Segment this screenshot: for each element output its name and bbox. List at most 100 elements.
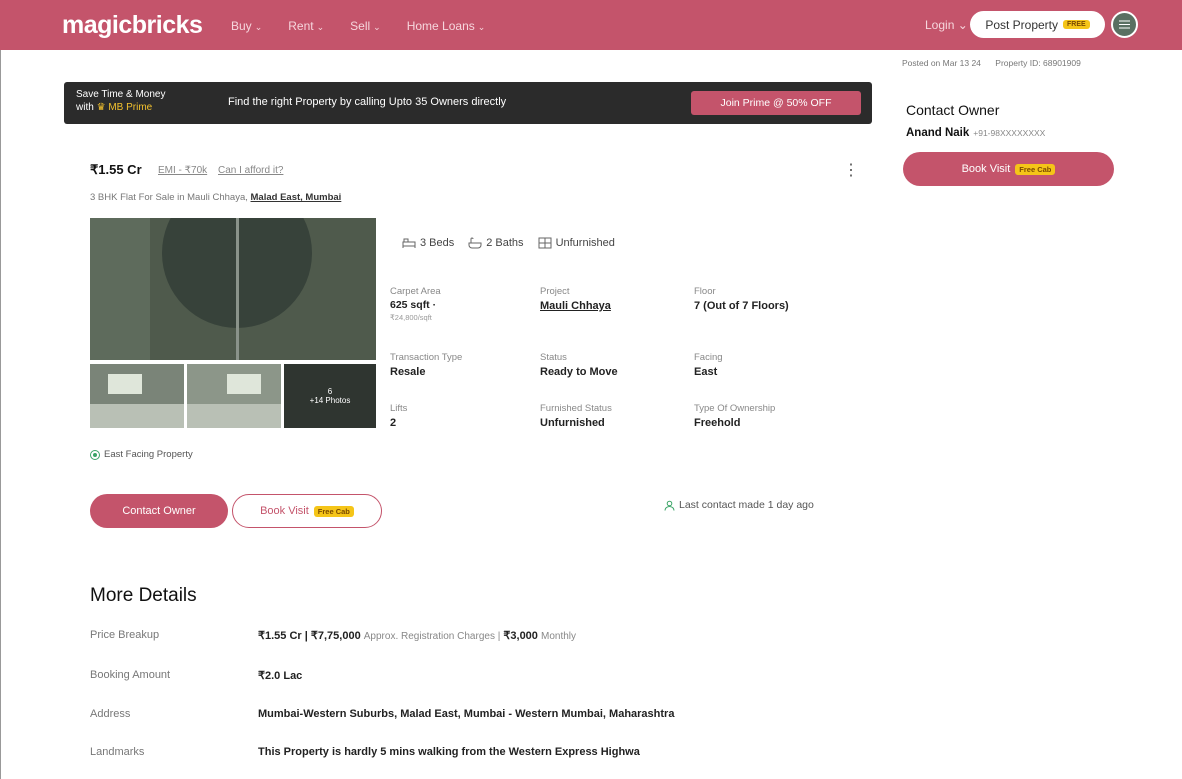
beds-label: 3 Beds [420,237,455,249]
nav-rent[interactable]: Rent ⌄ [288,19,324,33]
landmarks-row: Landmarks This Property is hardly 5 mins… [90,746,640,758]
free-badge: FREE [1063,20,1090,29]
detail-transaction: Transaction Type Resale [390,352,462,378]
furnished-status-value: Unfurnished [540,417,605,429]
bath-icon [468,237,482,249]
login-label: Login [925,18,955,32]
price-breakup-amount: ₹1.55 Cr | ₹7,75,000 [258,630,361,642]
property-id: Property ID: 68901909 [995,58,1081,68]
contact-owner-title: Contact Owner [906,102,1000,118]
landmarks-value: This Property is hardly 5 mins walking f… [258,746,640,758]
prime-tagline-line1: Save Time & Money [76,89,166,100]
login-menu[interactable]: Login ⌄ [925,18,968,32]
furnished-status-label: Furnished Status [540,403,612,414]
mb-prime-banner: Save Time & Money with ♛ MB Prime Find t… [64,82,872,124]
project-link[interactable]: Mauli Chhaya [540,300,611,312]
photos-count: +14 Photos [309,396,351,405]
page-left-edge [0,50,1,779]
last-contact-info: Last contact made 1 day ago [664,499,814,511]
lifts-value: 2 [390,417,397,429]
carpet-area-label: Carpet Area [390,286,441,297]
more-options-icon[interactable]: ⋮ [843,160,859,180]
listing-price: ₹1.55 Cr [90,162,142,177]
facing-label: Facing [694,352,723,363]
free-cab-badge: Free Cab [313,505,354,517]
detail-ownership: Type Of Ownership Freehold [694,403,775,429]
chevron-down-icon: ⌄ [254,22,263,32]
bed-icon [402,238,416,248]
nav-sell-label: Sell [350,19,371,33]
hamburger-menu-icon[interactable] [1111,11,1138,38]
property-thumbnail[interactable] [187,364,281,428]
detail-furnished-status: Furnished Status Unfurnished [540,403,612,429]
owner-info: Anand Naik +91-98XXXXXXXX [906,127,1045,139]
feature-baths: 2 Baths [468,237,524,249]
project-label: Project [540,286,570,297]
nav-rent-label: Rent [288,19,314,33]
main-nav: Buy ⌄ Rent ⌄ Sell ⌄ Home Loans ⌄ [231,19,511,33]
furniture-icon [538,237,552,249]
feature-beds: 3 Beds [402,237,454,249]
listing-location-link[interactable]: Malad East, Mumbai [251,192,342,203]
feature-furnishing: Unfurnished [538,237,615,249]
post-property-label: Post Property [985,17,1059,32]
price-breakup-value: ₹1.55 Cr | ₹7,75,000 Approx. Registratio… [258,629,576,642]
nav-buy[interactable]: Buy ⌄ [231,19,262,33]
address-value: Mumbai-Western Suburbs, Malad East, Mumb… [258,708,675,720]
prime-tagline: Save Time & Money with ♛ MB Prime [76,88,165,114]
book-visit-label: Book Visit [260,505,309,517]
book-visit-label: Book Visit [961,163,1011,175]
prime-brand: MB Prime [108,102,153,113]
ownership-value: Freehold [694,417,741,429]
afford-link[interactable]: Can I afford it? [218,165,283,176]
more-photos-thumbnail[interactable]: 6 +14 Photos [284,364,376,428]
property-thumbnail[interactable] [90,364,184,428]
detail-status: Status Ready to Move [540,352,618,378]
lifts-label: Lifts [390,403,408,414]
emi-link[interactable]: EMI - ₹70k [158,165,207,176]
booking-amount-label: Booking Amount [90,669,171,681]
carpet-area-value: 625 sqft · [390,299,437,311]
last-contact-label: Last contact made 1 day ago [679,499,814,511]
price-breakup-row: Price Breakup ₹1.55 Cr | ₹7,75,000 Appro… [90,629,576,642]
detail-carpet-area: Carpet Area 625 sqft · ₹24,800/sqft [390,286,441,322]
floor-label: Floor [694,286,716,297]
monthly-label: Monthly [540,631,576,642]
booking-amount-row: Booking Amount ₹2.0 Lac [90,669,302,682]
photos-number: 6 [327,387,333,396]
chevron-down-icon: ⌄ [373,22,381,32]
address-row: Address Mumbai-Western Suburbs, Malad Ea… [90,708,674,720]
transaction-value: Resale [390,366,426,378]
baths-label: 2 Baths [486,237,524,249]
transaction-label: Transaction Type [390,352,463,363]
price-breakup-label: Price Breakup [90,629,160,641]
carpet-area-rate: ₹24,800/sqft [390,313,432,322]
east-facing-note: East Facing Property [90,449,193,460]
address-label: Address [90,708,131,720]
owner-name: Anand Naik [906,127,970,139]
chevron-down-icon: ⌄ [316,22,325,32]
join-prime-button[interactable]: Join Prime @ 50% OFF [691,91,861,115]
magicbricks-logo[interactable]: magicbricks [62,11,203,40]
main-property-photo[interactable] [90,218,376,360]
contact-owner-button[interactable]: Contact Owner [90,494,228,528]
facing-note-label: East Facing Property [104,449,193,460]
registration-charges-label: Approx. Registration Charges | [363,631,501,642]
monthly-amount: ₹3,000 [503,630,538,642]
book-visit-button-side[interactable]: Book Visit Free Cab [903,152,1114,186]
posted-info: Posted on Mar 13 24 Property ID: 6890190… [902,58,1093,68]
nav-sell[interactable]: Sell ⌄ [350,19,381,33]
check-circle-icon [90,449,100,460]
book-visit-button[interactable]: Book Visit Free Cab [232,494,382,528]
nav-home-loans[interactable]: Home Loans ⌄ [407,19,486,33]
post-property-button[interactable]: Post Property FREE [970,11,1105,38]
chevron-down-icon: ⌄ [477,22,486,32]
posted-date: Posted on Mar 13 24 [902,58,981,68]
nav-buy-label: Buy [231,19,252,33]
detail-floor: Floor 7 (Out of 7 Floors) [694,286,789,312]
prime-message: Find the right Property by calling Upto … [228,96,507,108]
status-value: Ready to Move [540,366,618,378]
prime-tagline-prefix: with [76,102,94,113]
free-cab-badge: Free Cab [1015,163,1056,175]
listing-type: 3 BHK Flat For Sale in Mauli Chhaya, [90,192,248,203]
